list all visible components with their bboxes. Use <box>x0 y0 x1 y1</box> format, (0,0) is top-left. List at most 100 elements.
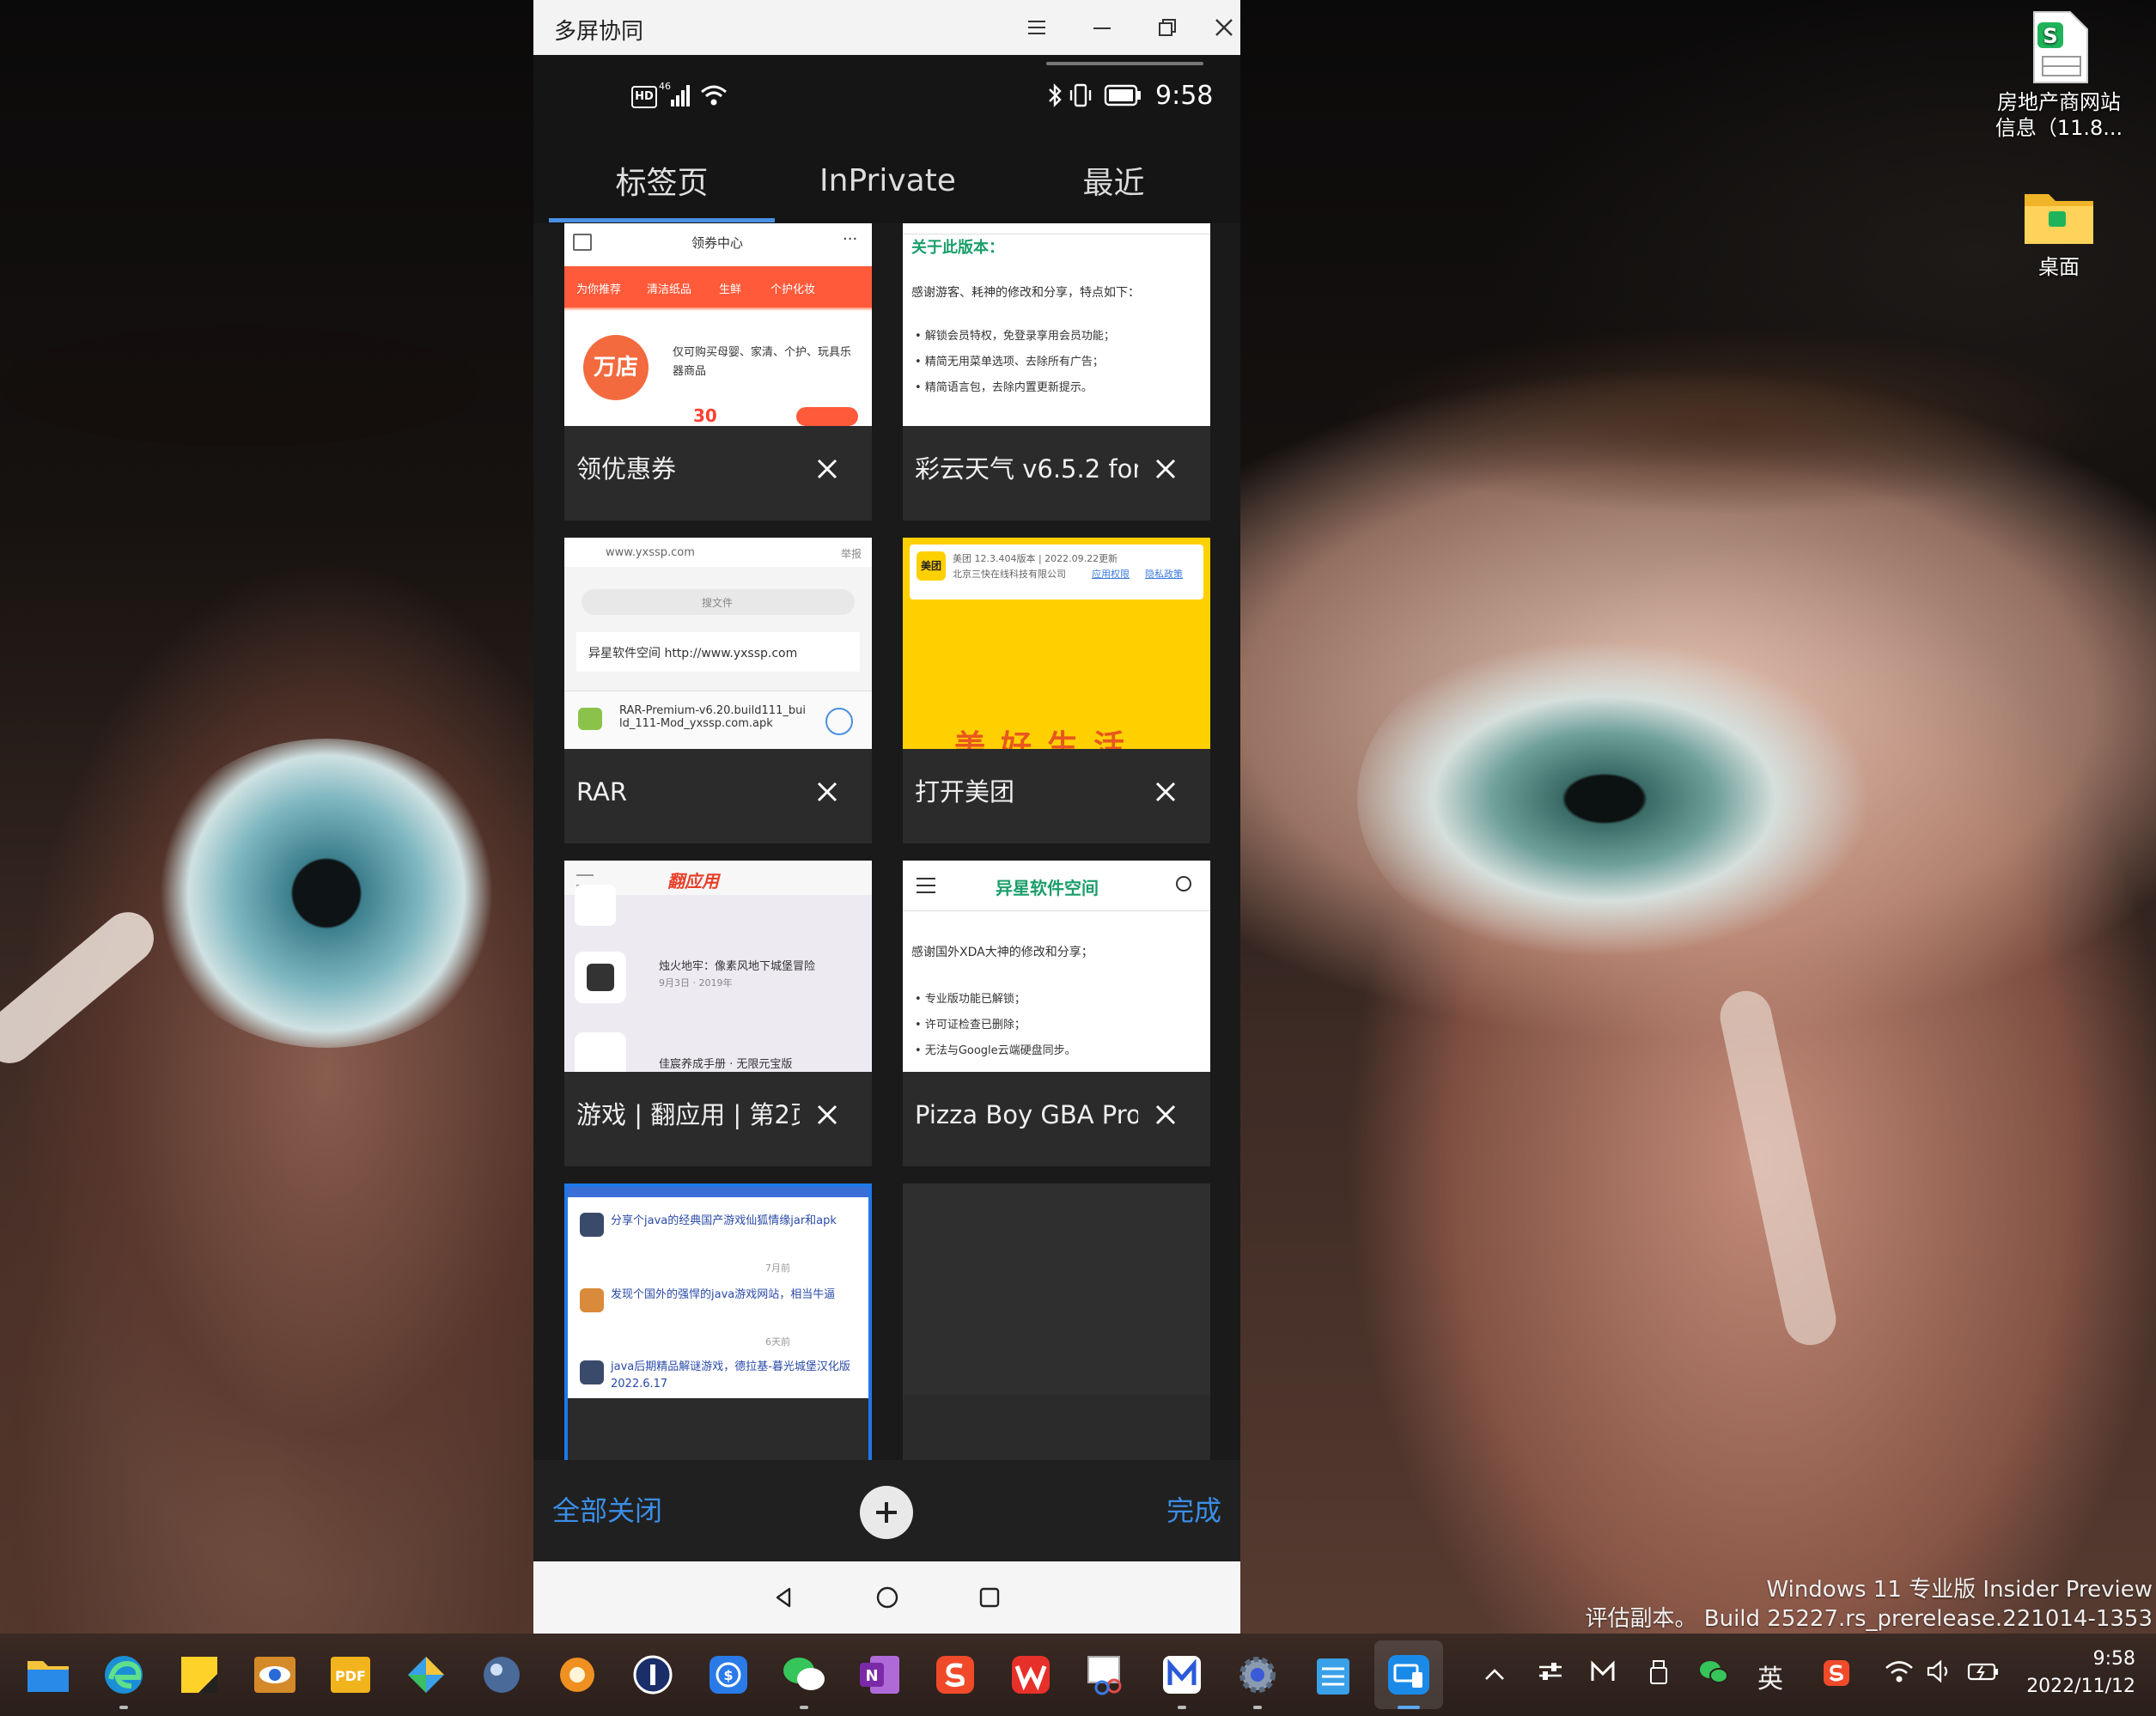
tab-card[interactable]: 美团 美团 12.3.404版本 | 2022.09.22更新 北京三快在线科技… <box>903 538 1210 843</box>
ime-indicator[interactable]: 英 <box>1757 1658 1783 1695</box>
sliders-icon[interactable] <box>1538 1659 1563 1689</box>
tab-card[interactable]: 关于此版本： 感谢游客、耗神的修改和分享，特点如下： • 解锁会员特权，免登录享… <box>903 223 1210 520</box>
tab-thumbnail: 美团 美团 12.3.404版本 | 2022.09.22更新 北京三快在线科技… <box>903 538 1210 749</box>
file-explorer-icon[interactable] <box>26 1652 70 1697</box>
window-menu-button[interactable] <box>1011 5 1063 50</box>
nav-recents-button[interactable] <box>965 1573 1014 1622</box>
wps-icon[interactable] <box>1008 1652 1053 1697</box>
window-close-button[interactable] <box>1207 5 1241 50</box>
m-tray-icon[interactable] <box>1589 1659 1617 1689</box>
preview-bullet: • 精简无用菜单选项、去除所有广告； <box>915 356 1104 368</box>
tab-card[interactable]: 翻应用 烛火地牢：像素风地下城堡冒险 9月3日 · 2019年 佳宸养成手册 ·… <box>564 861 872 1166</box>
edge-icon[interactable] <box>101 1652 146 1697</box>
android-nav-bar <box>533 1561 1240 1634</box>
window-titlebar[interactable]: 多屏协同 <box>533 0 1240 55</box>
svg-text:N: N <box>865 1667 878 1685</box>
close-tab-button[interactable] <box>801 1089 853 1141</box>
sticky-notes-icon[interactable] <box>177 1652 222 1697</box>
more-icon: ··· <box>843 230 858 248</box>
tab-tabs[interactable]: 标签页 <box>549 137 775 223</box>
folder-icon <box>2021 184 2097 249</box>
volume-icon[interactable] <box>1926 1659 1953 1690</box>
status-time: 9:58 <box>1155 81 1214 111</box>
home-icon <box>876 1586 898 1609</box>
preview-chip: 生鲜 <box>719 283 742 296</box>
s-tray-icon[interactable] <box>1823 1659 1850 1694</box>
tab-inprivate[interactable]: InPrivate <box>775 137 1001 223</box>
preview-bullet: • 许可证检查已删除； <box>915 1019 1026 1031</box>
dollar-app-icon[interactable]: $ <box>706 1652 751 1697</box>
preview-file: RAR-Premium-v6.20.build111_build_111-Mod… <box>619 704 806 730</box>
post-icon <box>580 1213 604 1237</box>
tab-title: 彩云天气 v6.5.2 for <box>915 454 1138 484</box>
taskbar-clock[interactable]: 9:58 2022/11/12 <box>2026 1646 2135 1701</box>
gear-icon[interactable] <box>1235 1652 1280 1697</box>
m-app-icon[interactable] <box>1160 1652 1204 1697</box>
tab-thumbnail: www.yxssp.com 举报 搜文件 异星软件空间 http://www.y… <box>564 538 872 749</box>
wifi-icon[interactable] <box>1885 1659 1914 1690</box>
wechat-icon[interactable] <box>782 1652 826 1697</box>
desktop-icon-spreadsheet[interactable]: S 房地产商网站信息（11.8... <box>1995 10 2123 141</box>
window-minimize-button[interactable] <box>1076 5 1128 50</box>
clock-time: 9:58 <box>2092 1648 2135 1670</box>
tab-title: 领优惠券 <box>576 454 677 484</box>
tab-title: 游戏 | 翻应用 | 第2页 <box>576 1100 800 1129</box>
settings-sun-icon[interactable] <box>555 1652 600 1697</box>
search-icon <box>1176 876 1191 891</box>
menu-icon <box>1028 21 1045 34</box>
new-tab-button[interactable] <box>860 1486 913 1539</box>
sphere-icon[interactable] <box>479 1652 524 1697</box>
notepad-icon[interactable] <box>1311 1652 1355 1697</box>
preview-chip: 个护化妆 <box>770 283 816 296</box>
1password-icon[interactable] <box>630 1652 675 1697</box>
nav-home-button[interactable] <box>863 1573 911 1622</box>
desktop-icon-label: 房地产商网站信息（11.8... <box>1995 90 2123 140</box>
wallpaper-eye-right <box>1357 618 1907 979</box>
colorful-cube-icon[interactable] <box>404 1652 448 1697</box>
browser-tab-switcher: 标签页 InPrivate 最近 <box>533 137 1240 223</box>
snipping-icon[interactable] <box>1084 1652 1129 1697</box>
tray-overflow-chevron-icon[interactable] <box>1483 1659 1507 1689</box>
onenote-icon[interactable]: N <box>857 1652 902 1697</box>
s-app-icon[interactable] <box>933 1652 978 1697</box>
close-all-button[interactable]: 全部关闭 <box>552 1489 662 1529</box>
close-tab-button[interactable] <box>801 443 853 495</box>
preview-post-meta: 6天前 <box>765 1336 790 1348</box>
tab-card[interactable]: 领券中心 ··· 为你推荐 清洁纸品 生鲜 个护化妆 万店 仅可购买母婴、家清、… <box>564 223 872 520</box>
multi-screen-window: 多屏协同 HD 46 9:58 标签页 InPrivate 最近 领券中心 ··… <box>533 0 1240 1634</box>
brand-badge: 万店 <box>583 335 649 400</box>
battery-icon[interactable] <box>1967 1659 2000 1689</box>
preview-slogan: 美好生活 <box>954 729 1141 749</box>
tab-thumbnail: 异星软件空间 感谢国外XDA大神的修改和分享； • 专业版功能已解锁； • 许可… <box>903 861 1210 1072</box>
multi-screen-icon[interactable] <box>1386 1652 1431 1697</box>
tab-card[interactable]: 异星软件空间 感谢国外XDA大神的修改和分享； • 专业版功能已解锁； • 许可… <box>903 861 1210 1166</box>
tab-grid: 领券中心 ··· 为你推荐 清洁纸品 生鲜 个护化妆 万店 仅可购买母婴、家清、… <box>533 223 1240 1460</box>
preview-post: 分享个java的经典国产游戏仙狐情缘jar和apk <box>611 1214 837 1227</box>
wechat-tray-icon[interactable] <box>1699 1659 1728 1692</box>
usb-drive-icon[interactable] <box>1649 1659 1668 1692</box>
close-icon <box>1215 19 1233 36</box>
close-tab-button[interactable] <box>1140 443 1191 495</box>
tab-recent[interactable]: 最近 <box>1001 137 1227 223</box>
close-tab-button[interactable] <box>801 766 853 818</box>
close-icon <box>1155 1104 1176 1125</box>
preview-bullet: • 解锁会员特权，免登录享用会员功能； <box>915 330 1115 343</box>
close-tab-button[interactable] <box>1140 766 1191 818</box>
pdf-icon[interactable]: PDF <box>328 1652 373 1697</box>
window-restore-button[interactable] <box>1142 5 1193 50</box>
close-tab-button[interactable] <box>1140 1089 1191 1141</box>
tab-card-active[interactable]: 分享个java的经典国产游戏仙狐情缘jar和apk 7月前 发现个国外的强悍的j… <box>564 1184 872 1460</box>
preview-chip: 清洁纸品 <box>647 283 692 296</box>
nav-back-button[interactable] <box>760 1573 808 1622</box>
tab-card[interactable] <box>903 1184 1210 1460</box>
menu-icon <box>917 878 935 893</box>
done-button[interactable]: 完成 <box>1166 1489 1221 1529</box>
active-tab-indicator <box>549 218 775 222</box>
drag-handle[interactable] <box>1046 62 1203 65</box>
tab-card[interactable]: www.yxssp.com 举报 搜文件 异星软件空间 http://www.y… <box>564 538 872 843</box>
preview-chip: 为你推荐 <box>576 283 622 296</box>
desktop-icon-folder[interactable]: 桌面 <box>1995 184 2123 280</box>
eye-app-icon[interactable] <box>253 1652 297 1697</box>
battery-icon <box>1104 84 1142 110</box>
running-indicator <box>800 1706 808 1709</box>
